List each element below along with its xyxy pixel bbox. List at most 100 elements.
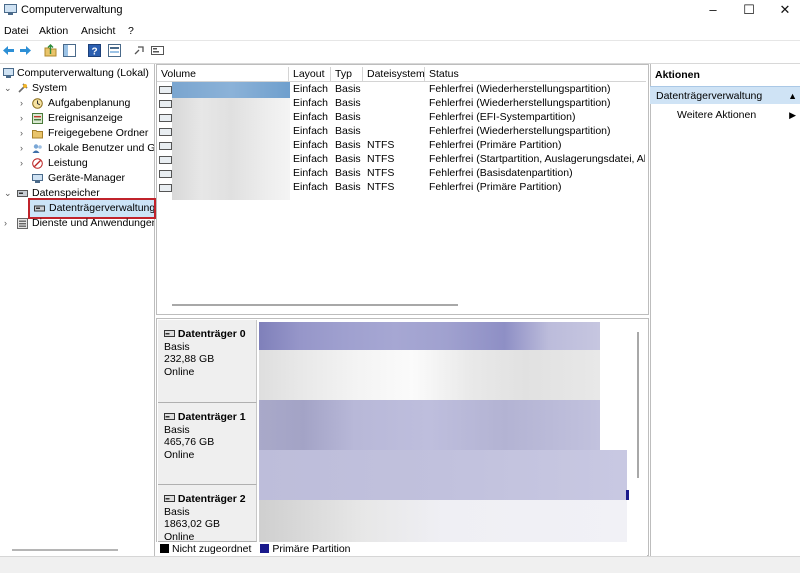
partition-bar-disk-2[interactable] <box>259 500 627 542</box>
volume-icon <box>159 100 172 108</box>
cell-status: Fehlerfrei (Primäre Partition) <box>429 139 562 151</box>
view-icon[interactable] <box>151 44 164 57</box>
tree-node-freigegebene-ordner[interactable]: › Freigegebene Ordner <box>0 126 154 141</box>
performance-icon <box>32 158 43 169</box>
volume-icon <box>159 184 172 192</box>
actions-section-datentraegerverwaltung[interactable]: Datenträgerverwaltung ▲ <box>650 86 800 104</box>
more-actions-label: Weitere Aktionen <box>677 109 757 121</box>
disk-label-1[interactable]: Datenträger 1 Basis 465,76 GB Online <box>158 403 257 485</box>
menu-bar <box>0 22 800 40</box>
status-bar <box>0 556 800 573</box>
chevron-down-icon[interactable]: ⌄ <box>4 81 12 96</box>
properties-icon[interactable] <box>108 44 121 57</box>
tree-node-aufgabenplanung[interactable]: › Aufgabenplanung <box>0 96 154 111</box>
chevron-right-icon[interactable]: › <box>20 111 28 126</box>
cell-dateisystem <box>367 96 425 110</box>
cell-typ: Basis <box>335 97 361 109</box>
cell-status: Fehlerfrei (Wiederherstellungspartition) <box>429 83 611 95</box>
tree-label-ereignisanzeige: Ereignisanzeige <box>48 112 123 124</box>
partition-bar-disk-1[interactable] <box>259 400 600 450</box>
tree-label-aufgabenplanung: Aufgabenplanung <box>48 97 131 109</box>
disk-size: 1863,02 GB <box>164 518 221 530</box>
forward-arrow-icon[interactable] <box>19 44 32 57</box>
chevron-right-icon[interactable]: › <box>20 126 28 141</box>
tree-label-freigegebene-ordner: Freigegebene Ordner <box>48 127 149 139</box>
volume-icon <box>159 86 172 94</box>
disk-icon <box>164 330 175 337</box>
help-icon[interactable]: ? <box>88 44 101 57</box>
legend: Nicht zugeordnet Primäre Partition <box>156 542 647 556</box>
tree-node-dienste[interactable]: › Dienste und Anwendungen <box>0 216 154 231</box>
partition-bar-disk-0[interactable] <box>259 322 600 350</box>
cell-status: Fehlerfrei (Wiederherstellungspartition) <box>429 97 611 109</box>
collapse-up-icon[interactable]: ▲ <box>788 87 797 105</box>
cell-typ: Basis <box>335 83 361 95</box>
services-icon <box>17 218 28 229</box>
more-actions-item[interactable]: Weitere Aktionen ▶ <box>650 106 800 124</box>
partition-content-disk-1[interactable] <box>259 450 627 500</box>
menu-datei[interactable]: Datei <box>4 25 29 37</box>
actions-header: Aktionen <box>655 69 700 81</box>
tree-node-leistung[interactable]: › Leistung <box>0 156 154 171</box>
storage-icon <box>17 190 28 197</box>
disk-label-2[interactable]: Datenträger 2 Basis 1863,02 GB Online <box>158 485 257 543</box>
cell-layout: Einfach <box>293 153 329 165</box>
menu-aktion[interactable]: Aktion <box>39 25 68 37</box>
tree-node-system[interactable]: ⌄ System <box>0 81 154 96</box>
tree-node-lokale-benutzer[interactable]: › Lokale Benutzer und Gr <box>0 141 154 156</box>
column-header-volume[interactable]: Volume <box>157 67 289 82</box>
primary-partition-marker <box>626 490 629 500</box>
tree-label-leistung: Leistung <box>48 157 88 169</box>
disk-label-0[interactable]: Datenträger 0 Basis 232,88 GB Online <box>158 320 257 403</box>
disk-management-icon <box>34 205 45 212</box>
cell-status: Fehlerfrei (EFI-Systempartition) <box>429 111 576 123</box>
cell-layout: Einfach <box>293 97 329 109</box>
column-header-status[interactable]: Status <box>425 67 646 82</box>
chevron-right-icon[interactable]: › <box>4 216 12 231</box>
cell-status: Fehlerfrei (Wiederherstellungspartition) <box>429 125 611 137</box>
minimize-button[interactable]: – <box>693 0 733 20</box>
column-header-dateisystem[interactable]: Dateisystem <box>363 67 425 82</box>
cell-dateisystem: NTFS <box>367 181 395 193</box>
column-header-layout[interactable]: Layout <box>289 67 331 82</box>
close-button[interactable]: ✕ <box>765 0 800 20</box>
list-scrollbar[interactable] <box>172 304 458 306</box>
users-icon <box>32 144 42 153</box>
back-arrow-icon[interactable] <box>2 44 15 57</box>
primary-partition-swatch <box>260 544 270 553</box>
unallocated-swatch <box>160 544 169 553</box>
cell-status: Fehlerfrei (Basisdatenpartition) <box>429 167 573 179</box>
disk-icon <box>164 413 175 420</box>
column-header-typ[interactable]: Typ <box>331 67 363 82</box>
chevron-right-icon[interactable]: › <box>20 96 28 111</box>
cell-typ: Basis <box>335 111 361 123</box>
svg-text:?: ? <box>91 47 97 58</box>
graph-scrollbar[interactable] <box>637 332 639 478</box>
window-title: Computerverwaltung <box>21 4 123 16</box>
cell-layout: Einfach <box>293 181 329 193</box>
tree-label-system: System <box>32 82 68 94</box>
disk-state: Online <box>164 448 195 461</box>
tree-node-root[interactable]: Computerverwaltung (Lokal) <box>0 66 154 81</box>
tree-node-ereignisanzeige[interactable]: › Ereignisanzeige <box>0 111 154 126</box>
cell-dateisystem <box>367 124 425 138</box>
clock-icon <box>32 98 43 109</box>
menu-ansicht[interactable]: Ansicht <box>81 25 115 37</box>
chevron-down-icon[interactable]: ⌄ <box>4 186 12 201</box>
tree-node-geraete-manager[interactable]: Geräte-Manager <box>0 171 154 186</box>
cell-typ: Basis <box>335 125 361 137</box>
chevron-right-icon: ▶ <box>789 110 796 120</box>
actions-pane <box>650 64 800 572</box>
disk-name: Datenträger 2 <box>177 493 246 505</box>
cell-typ: Basis <box>335 139 361 151</box>
partition-content-disk-0[interactable] <box>259 350 600 400</box>
chevron-right-icon[interactable]: › <box>20 156 28 171</box>
up-folder-icon[interactable] <box>44 44 57 57</box>
show-tree-icon[interactable] <box>63 44 76 57</box>
disk-state: Online <box>164 365 195 378</box>
connect-icon[interactable] <box>133 44 146 57</box>
chevron-right-icon[interactable]: › <box>20 141 28 156</box>
maximize-button[interactable]: ☐ <box>729 0 769 20</box>
tree-scrollbar[interactable] <box>12 549 118 551</box>
menu-help[interactable]: ? <box>128 25 134 37</box>
